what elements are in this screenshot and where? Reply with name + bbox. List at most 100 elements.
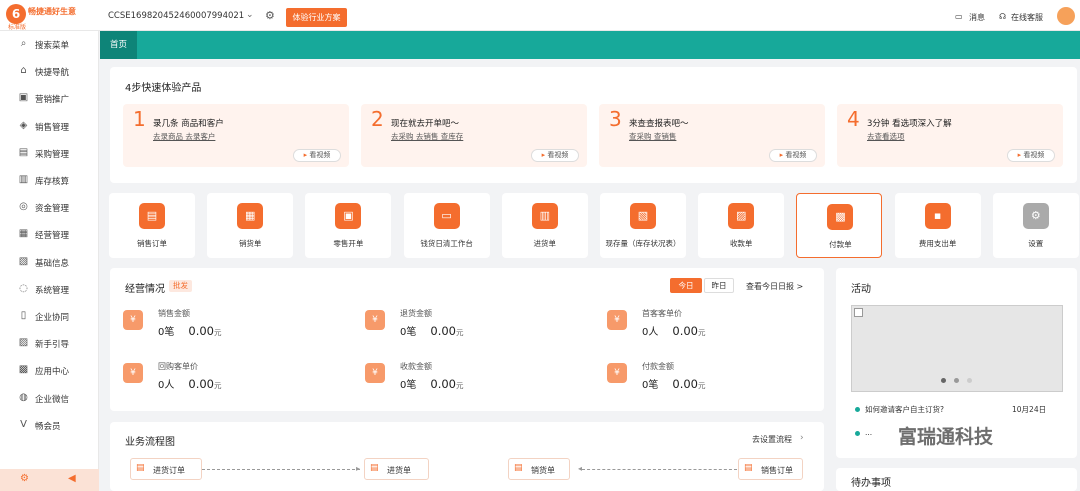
account-selector[interactable]: CCSE169820452460007994021 [108,11,244,21]
chevron-right-icon[interactable]: › [800,433,804,443]
support-link[interactable]: 在线客服 [1011,12,1043,23]
step-links[interactable]: 查采购 查销售 [629,131,676,142]
truck-icon: ▤ [18,146,29,158]
sidebar-item[interactable]: ▣ 营销推广 [0,87,99,111]
sidebar-item-label: 搜索菜单 [35,41,70,51]
quick-action-6[interactable]: ▧ 现存量（库存状况表） [600,193,686,258]
stat-unit: 元 [213,381,222,390]
try-industry-button[interactable]: 体验行业方案 [286,8,347,27]
sidebar-item-label: 新手引导 [35,340,70,351]
activity-banner[interactable] [851,305,1063,392]
flow-node-label: 进货订单 [153,466,185,475]
quick-action-label: 进货单 [533,239,557,248]
quick-action-10[interactable]: ⚙ 设置 [992,193,1079,258]
daily-report-link[interactable]: 查看今日日报 > [746,281,803,292]
sidebar-item[interactable]: ▥ 库存核算 [0,169,99,193]
step-links[interactable]: 去采购 去销售 查库存 [391,131,463,142]
sidebar-item[interactable]: ▨ 新手引导 [0,332,99,356]
sidebar-item[interactable]: ◎ 资金管理 [0,196,99,220]
watch-video-button[interactable]: ▸ 看视频 [769,149,817,162]
home-icon: ⌂ [20,65,27,77]
stat-value: 0笔 0.00元 [158,323,221,338]
carousel-dot[interactable] [941,378,946,383]
expense-icon: ▪ [924,203,951,229]
messages-link[interactable]: 消息 [969,12,985,23]
sidebar-item-label: 销售管理 [35,122,70,133]
headset-icon[interactable]: ☊ [999,12,1006,21]
carousel-dot[interactable] [954,378,959,383]
quick-action-4[interactable]: ▭ 钱货日清工作台 [403,193,490,258]
bullet-dot [855,431,860,436]
sidebar-item[interactable]: ▦ 经营管理 [0,223,99,247]
flowchart-card: 业务流程图 去设置流程 › ▸ ◂ [110,422,824,491]
cashier-icon: ▭ [433,203,460,229]
sidebar-item[interactable]: ⌂ 快捷导航 [0,60,99,84]
watch-video-button[interactable]: ▸ 看视频 [1007,149,1055,162]
quick-action-5[interactable]: ▥ 进货单 [501,193,588,258]
wallet-icon: ¥ [123,310,143,330]
activity-item[interactable]: ... [865,428,872,437]
stat-label: 首客客单价 [642,309,682,318]
sidebar-item[interactable]: ▯ 企业协同 [0,305,99,329]
flowchart-title: 业务流程图 [125,437,175,448]
sidebar-item[interactable]: ▤ 采购管理 [0,142,99,166]
sidebar-item-label: 经营管理 [35,231,70,242]
stock-icon: ▧ [630,203,656,229]
quick-action-label: 收款单 [729,239,753,248]
gear-icon[interactable]: ⚙ [265,9,275,22]
flow-node[interactable]: ▤ 进货单 [364,458,429,480]
quick-action-label: 销货单 [238,239,262,248]
step-links[interactable]: 去录商品 去录客户 [153,131,215,142]
sidebar-item[interactable]: V 畅会员 [0,414,99,438]
sidebar-item[interactable]: ▩ 应用中心 [0,359,99,383]
sidebar-item-label: 企业微信 [35,394,70,405]
step-links[interactable]: 去查看选项 [867,131,905,142]
quick-action-3[interactable]: ▣ 零售开单 [305,193,392,258]
flow-node[interactable]: ▤ 销货单 [508,458,570,480]
today-toggle[interactable]: 今日 [670,278,702,293]
speaker-icon[interactable]: ◀ [68,473,76,484]
avatar[interactable] [1057,7,1075,25]
flow-node[interactable]: ▤ 进货订单 [130,458,202,480]
sidebar-item[interactable]: ◍ 企业微信 [0,387,99,411]
sidebar-item-label: 库存核算 [35,177,70,187]
sidebar-item-label: 基础信息 [35,258,70,269]
sidebar-item[interactable]: ⌕ 搜索菜单 [0,33,99,57]
stat-item: ¥ 回购客单价 0人 0.00元 [123,361,323,401]
video-label: 看视频 [547,151,569,159]
flow-node[interactable]: ▤ 销售订单 [738,458,803,480]
tab-home[interactable]: 首页 [100,31,137,59]
watch-video-button[interactable]: ▸ 看视频 [531,149,579,162]
purchase-slip-icon: ▥ [531,203,558,229]
chevron-down-icon[interactable]: ⌄ [246,10,254,20]
quick-action-2[interactable]: ▦ 销货单 [207,193,294,258]
flow-settings-link[interactable]: 去设置流程 [752,434,792,445]
wechat-icon: ◍ [19,391,28,403]
repurchase-icon: ¥ [123,363,143,383]
stat-value: 0笔 0.00元 [400,376,463,391]
activity-item[interactable]: 如何邀请客户自主订货? [865,404,944,415]
sidebar-item[interactable]: ◈ 销售管理 [0,115,99,139]
brand-name: 畅捷通好生意 [28,7,76,16]
payment-icon: ▩ [827,204,854,230]
sidebar-item[interactable]: ◌ 系统管理 [0,278,99,302]
arrow-right-icon: ▸ [356,464,361,473]
return-icon: ¥ [365,310,385,330]
quick-action-7[interactable]: ▨ 收款单 [698,193,785,258]
watch-video-button[interactable]: ▸ 看视频 [293,149,341,162]
flow-node-label: 销货单 [531,466,555,475]
video-label: 看视频 [1023,151,1045,159]
yesterday-toggle[interactable]: 昨日 [704,278,734,293]
message-icon[interactable]: ▭ [955,12,963,21]
quick-action-1[interactable]: ▤ 销售订单 [109,193,195,258]
quick-action-8[interactable]: ▩ 付款单 [796,193,883,258]
sidebar-item[interactable]: ▧ 基础信息 [0,251,99,275]
carousel-dot[interactable] [967,378,972,383]
receive-icon: ¥ [365,363,385,383]
sidebar-item-label: 企业协同 [35,313,70,323]
logo[interactable]: 6 畅捷通好生意 标准版 [6,4,96,31]
settings-icon[interactable]: ⚙ [20,473,29,484]
quick-action-9[interactable]: ▪ 费用支出单 [894,193,981,258]
stat-unit: 元 [455,328,464,337]
sidebar-item-label: 系统管理 [35,285,70,296]
